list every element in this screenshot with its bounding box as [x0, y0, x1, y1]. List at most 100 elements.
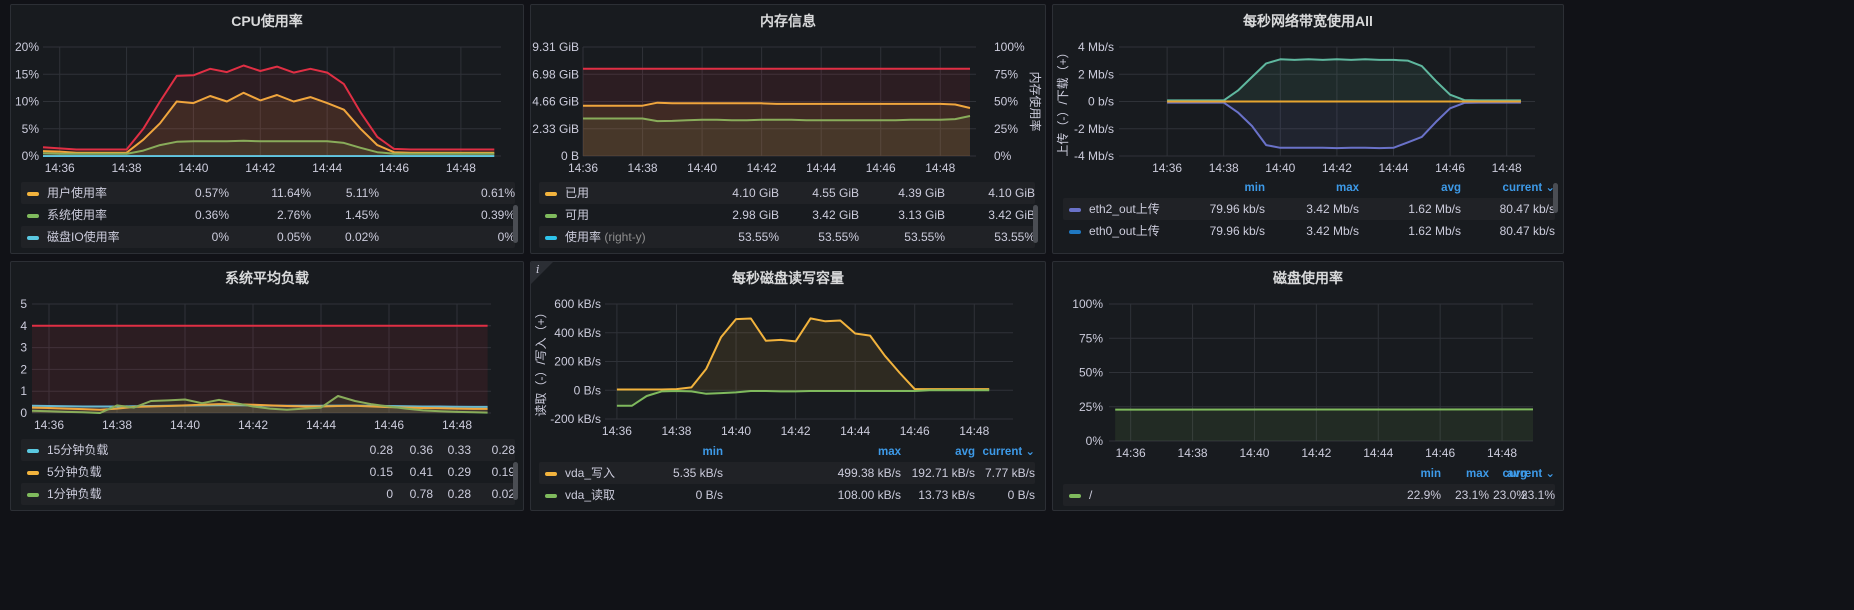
- legend-value: 0.15: [369, 465, 393, 479]
- legend-name-text: 15分钟负载: [47, 443, 109, 457]
- panel-cpu-usage[interactable]: CPU使用率 0% 5% 10% 15% 20% 14:36 14:38 14:40 14:42…: [10, 4, 524, 254]
- legend-item[interactable]: 15分钟负载 0.28 0.36 0.33 0.28: [21, 439, 515, 461]
- legend-name: 已用: [565, 182, 589, 204]
- legend-scrollbar[interactable]: [1553, 183, 1558, 213]
- x-tick-label: 14:36: [45, 161, 75, 175]
- legend-item[interactable]: 使用率 (right-y) 53.55% 53.55% 53.55% 53.55%: [539, 226, 1035, 248]
- y-tick-label: 0 b/s: [1088, 95, 1114, 109]
- legend-name: 磁盘IO使用率: [47, 226, 120, 248]
- legend-header: min max avg current ⌄: [1063, 178, 1555, 198]
- legend-item[interactable]: 已用 4.10 GiB 4.55 GiB 4.39 GiB 4.10 GiB: [539, 182, 1035, 204]
- legend-value: 79.96 kb/s: [1209, 224, 1265, 238]
- legend-item[interactable]: eth0_out上传 79.96 kb/s 3.42 Mb/s 1.62 Mb/s 80…: [1063, 220, 1555, 242]
- legend-column-header[interactable]: max: [1466, 464, 1489, 484]
- legend-value: 4.55 GiB: [812, 186, 859, 200]
- y-tick-label: 200 kB/s: [554, 355, 601, 369]
- y-tick-label: -200 kB/s: [550, 412, 601, 426]
- legend-item[interactable]: eth2_out上传 79.96 kb/s 3.42 Mb/s 1.62 Mb/s 80…: [1063, 198, 1555, 220]
- legend-value: 1.62 Mb/s: [1408, 224, 1461, 238]
- x-tick-label: 14:44: [1378, 161, 1408, 175]
- y-tick-label: 100%: [1072, 297, 1103, 311]
- x-tick-label: 14:46: [900, 424, 930, 438]
- legend-value: 0.39%: [480, 208, 515, 222]
- legend-value: 79.96 kb/s: [1209, 202, 1265, 216]
- dashboard: CPU使用率 0% 5% 10% 15% 20% 14:36 14:38 14:40 14:42…: [0, 0, 1854, 610]
- legend-value: 0.28: [491, 443, 515, 457]
- x-tick-label: 14:42: [245, 161, 275, 175]
- legend-item[interactable]: 系统使用率 0.36% 2.76% 1.45% 0.39%: [21, 204, 515, 226]
- legend-name-text: 系统使用率: [47, 208, 108, 222]
- x-tick-label: 14:48: [442, 418, 472, 432]
- legend-item[interactable]: 用户使用率 0.57% 11.64% 5.11% 0.61%: [21, 182, 515, 204]
- panel-memory-info[interactable]: 内存信息 0 B 2.33 GiB 4.66 GiB 6.98 GiB 9.31 GiB…: [530, 4, 1046, 254]
- legend-column-header[interactable]: min: [1421, 464, 1441, 484]
- legend-name: 5分钟负载: [47, 461, 102, 483]
- y-tick-label: 0: [20, 406, 27, 420]
- panel-disk-usage[interactable]: 磁盘使用率 0% 25% 50% 75% 100% 14:36 14:38 14:40 14:4…: [1052, 261, 1564, 511]
- x-tick-label: 14:42: [238, 418, 268, 432]
- legend-value: 3.42 GiB: [812, 208, 859, 222]
- legend-column-header[interactable]: max: [1336, 178, 1359, 198]
- load-legend: 15分钟负载 0.28 0.36 0.33 0.28 5分钟负载 0.15 0.41 0.29 0…: [21, 439, 515, 505]
- legend-column-header[interactable]: avg: [955, 442, 975, 462]
- legend-name: 使用率 (right-y): [565, 226, 646, 248]
- y-right-tick-label: 75%: [994, 67, 1018, 81]
- x-tick-label: 14:46: [866, 161, 896, 175]
- legend-item[interactable]: 可用 2.98 GiB 3.42 GiB 3.13 GiB 3.42 GiB: [539, 204, 1035, 226]
- y-tick-label: 9.31 GiB: [532, 40, 579, 54]
- legend-value: 3.42 Mb/s: [1306, 224, 1359, 238]
- x-tick-label: 14:40: [178, 161, 208, 175]
- y-tick-label: -4 Mb/s: [1074, 149, 1114, 163]
- x-tick-label: 14:36: [1116, 446, 1146, 460]
- legend-column-header[interactable]: max: [878, 442, 901, 462]
- x-tick-label: 14:40: [1265, 161, 1295, 175]
- legend-value: 4.10 GiB: [988, 186, 1035, 200]
- legend-value: 7.77 kB/s: [984, 466, 1035, 480]
- legend-value: 1.45%: [344, 208, 379, 222]
- sort-current-header[interactable]: current ⌄: [1503, 464, 1555, 484]
- network-legend: min max avg current ⌄ eth2_out上传 79.96 kb/s 3.…: [1063, 178, 1555, 242]
- cpu-legend: 用户使用率 0.57% 11.64% 5.11% 0.61% 系统使用率 0.36% 2.76…: [21, 182, 515, 248]
- legend-column-header[interactable]: avg: [1441, 178, 1461, 198]
- legend-item[interactable]: /22.9% 23.1% 23.0% 23.1%: [1063, 484, 1555, 506]
- legend-swatch: [27, 214, 39, 218]
- legend-column-header[interactable]: min: [703, 442, 723, 462]
- x-tick-label: 14:44: [806, 161, 836, 175]
- legend-column-header[interactable]: min: [1245, 178, 1265, 198]
- legend-name: 系统使用率: [47, 204, 107, 226]
- x-tick-label: 14:48: [446, 161, 476, 175]
- legend-value: 0 B/s: [695, 488, 723, 502]
- legend-value: 53.55%: [904, 230, 945, 244]
- legend-value: 80.47 kb/s: [1499, 202, 1555, 216]
- legend-value: 3.42 GiB: [988, 208, 1035, 222]
- x-tick-label: 14:46: [1435, 161, 1465, 175]
- legend-name-text: 已用: [565, 186, 590, 200]
- sort-current-header[interactable]: current ⌄: [983, 442, 1035, 462]
- y-tick-label: 4 Mb/s: [1078, 40, 1114, 54]
- legend-scrollbar[interactable]: [1033, 205, 1038, 243]
- panel-network-bandwidth[interactable]: 每秒网络带宽使用All -4 Mb/s -2 Mb/s 0 b/s 2 Mb/s 4 M…: [1052, 4, 1564, 254]
- legend-scrollbar[interactable]: [513, 205, 518, 243]
- sort-current-header[interactable]: current ⌄: [1503, 178, 1555, 198]
- legend-header: min max avg current ⌄: [1063, 464, 1555, 484]
- legend-scrollbar[interactable]: [513, 462, 518, 500]
- x-tick-label: 14:38: [1209, 161, 1239, 175]
- legend-swatch: [545, 472, 557, 476]
- legend-name-text: vda_读取: [565, 488, 616, 502]
- y-tick-label: 4: [20, 319, 27, 333]
- panel-disk-io[interactable]: i 每秒磁盘读写容量 -200 kB/s 0 B/s 200 kB/s 400 kB/…: [530, 261, 1046, 511]
- legend-item[interactable]: 1分钟负载 0 0.78 0.28 0.02: [21, 483, 515, 505]
- legend-swatch: [27, 471, 39, 475]
- legend-item[interactable]: 5分钟负载 0.15 0.41 0.29 0.19: [21, 461, 515, 483]
- x-tick-label: 14:38: [628, 161, 658, 175]
- legend-name: 1分钟负载: [47, 483, 102, 505]
- series-line[interactable]: [616, 389, 990, 407]
- series-area: [32, 325, 488, 413]
- x-tick-label: 14:40: [1239, 446, 1269, 460]
- panel-system-load[interactable]: 系统平均负载 0 1 2 3 4 5 14:36 14:38 14:40 14:42 14:44 14…: [10, 261, 524, 511]
- legend-name: /: [1089, 484, 1092, 506]
- legend-item[interactable]: 磁盘IO使用率 0% 0.05% 0.02% 0%: [21, 226, 515, 248]
- x-tick-label: 14:44: [840, 424, 870, 438]
- legend-item[interactable]: vda_写入 5.35 kB/s 499.38 kB/s 192.71 kB/s 7.7…: [539, 462, 1035, 484]
- legend-item[interactable]: vda_读取 0 B/s 108.00 kB/s 13.73 kB/s 0 B/s: [539, 484, 1035, 506]
